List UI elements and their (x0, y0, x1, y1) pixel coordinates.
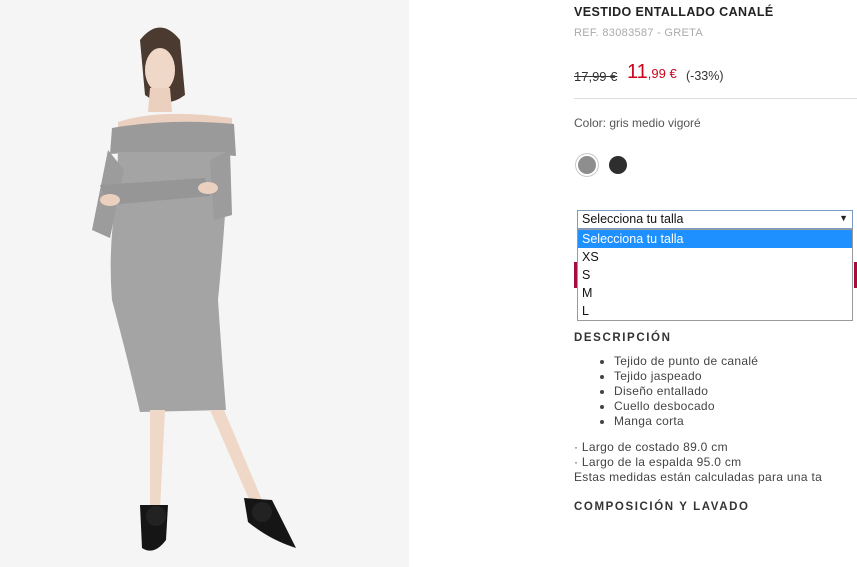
old-price: 17,99 € (574, 69, 618, 84)
size-select-value: Selecciona tu talla (582, 212, 684, 226)
model-illustration (0, 0, 409, 567)
description-item: Tejido de punto de canalé (614, 354, 758, 369)
sale-price: 11,99 € (627, 61, 677, 84)
color-swatch-grey[interactable] (578, 156, 596, 174)
description-list: Tejido de punto de canalé Tejido jaspead… (598, 354, 758, 429)
composition-heading[interactable]: COMPOSICIÓN Y LAVADO (574, 501, 750, 513)
product-title: VESTIDO ENTALLADO CANALÉ (574, 5, 774, 19)
color-swatch-black[interactable] (609, 156, 627, 174)
product-image[interactable] (0, 0, 409, 567)
size-option[interactable]: L (578, 302, 852, 320)
description-item: Manga corta (614, 414, 758, 429)
sale-price-integer: 11 (627, 61, 648, 83)
measure-back-length: · Largo de la espalda 95.0 cm (574, 455, 742, 469)
product-reference: REF. 83083587 - GRETA (574, 27, 703, 39)
measure-note: Estas medidas están calculadas para una … (574, 470, 823, 484)
measure-side-length: · Largo de costado 89.0 cm (574, 440, 728, 454)
size-select[interactable]: Selecciona tu talla ▼ (577, 210, 853, 229)
sale-price-decimal: ,99 € (647, 66, 677, 81)
dropdown-arrow-icon: ▼ (839, 213, 848, 223)
size-option[interactable]: M (578, 284, 852, 302)
description-item: Tejido jaspeado (614, 369, 758, 384)
size-option[interactable]: Selecciona tu talla (578, 230, 852, 248)
description-heading[interactable]: DESCRIPCIÓN (574, 332, 671, 344)
description-item: Cuello desbocado (614, 399, 758, 414)
description-item: Diseño entallado (614, 384, 758, 399)
size-dropdown-list[interactable]: Selecciona tu talla XS S M L (577, 229, 853, 321)
discount-badge: (-33%) (686, 69, 724, 83)
color-label: Color: gris medio vigoré (574, 116, 701, 130)
size-option[interactable]: S (578, 266, 852, 284)
divider (574, 98, 857, 99)
size-option[interactable]: XS (578, 248, 852, 266)
